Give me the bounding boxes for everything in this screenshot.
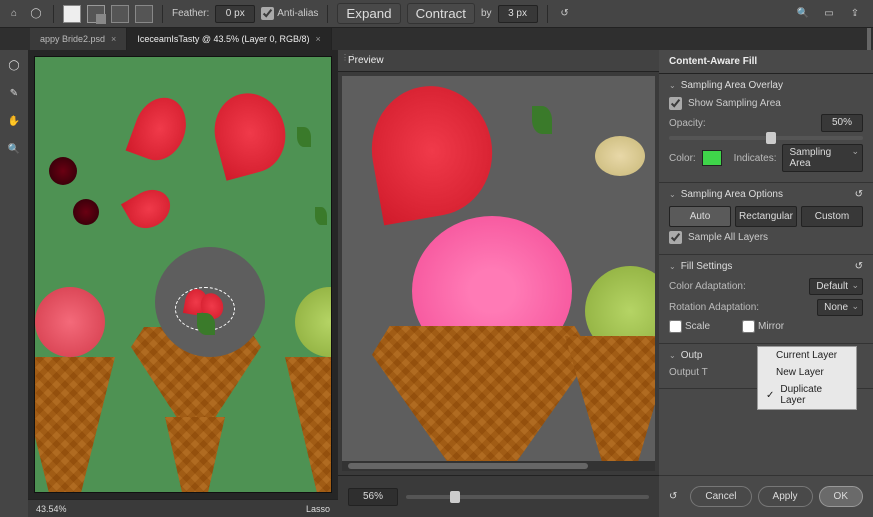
close-icon[interactable]: ×	[316, 34, 321, 44]
document-canvas[interactable]	[34, 56, 332, 493]
section-sampling-options[interactable]: ⌄ Sampling Area Options	[669, 189, 863, 200]
preview-canvas[interactable]	[342, 76, 655, 471]
tab-label: IceceamIsTasty @ 43.5% (Layer 0, RGB/8)	[137, 34, 309, 44]
antialias-label: Anti-alias	[277, 8, 318, 19]
feather-input[interactable]: 0 px	[215, 5, 255, 23]
scale-checkbox[interactable]: Scale	[669, 320, 710, 333]
output-to-label: Output T	[669, 367, 708, 378]
new-selection-icon[interactable]	[63, 5, 81, 23]
brush-tool-icon[interactable]: ✎	[5, 84, 23, 102]
drag-handle-icon[interactable]: ⋮⋮	[341, 56, 357, 60]
dropdown-option[interactable]: Current Layer	[758, 347, 856, 364]
antialias-check[interactable]	[261, 7, 274, 20]
screen-mode-icon[interactable]: ▭	[821, 6, 837, 22]
preview-zoom-slider[interactable]	[406, 495, 649, 499]
panel-title: Content-Aware Fill	[659, 50, 873, 74]
add-selection-icon[interactable]	[87, 5, 105, 23]
intersect-selection-icon[interactable]	[135, 5, 153, 23]
sampling-rect-button[interactable]: Rectangular	[735, 206, 797, 227]
reset-icon[interactable]: ↺	[855, 261, 863, 272]
doc-zoom-label[interactable]: 43.54%	[36, 504, 67, 514]
sampling-auto-button[interactable]: Auto	[669, 206, 731, 227]
rotation-adapt-label: Rotation Adaptation:	[669, 302, 759, 313]
color-adapt-label: Color Adaptation:	[669, 281, 746, 292]
overlay-color-swatch[interactable]	[702, 150, 722, 166]
chevron-down-icon: ⌄	[669, 190, 676, 199]
chevron-down-icon: ⌄	[669, 351, 676, 360]
tab-document-1[interactable]: appy Bride2.psd ×	[30, 28, 127, 50]
dropdown-option[interactable]: Duplicate Layer	[758, 381, 856, 409]
antialias-checkbox[interactable]: Anti-alias	[261, 7, 318, 20]
drag-handle-icon[interactable]	[867, 28, 871, 50]
color-label: Color:	[669, 153, 696, 164]
opacity-label: Opacity:	[669, 118, 706, 129]
section-sampling-overlay[interactable]: ⌄ Sampling Area Overlay	[669, 80, 863, 91]
sample-all-layers-checkbox[interactable]: Sample All Layers	[669, 231, 863, 244]
doc-tool-label: Lasso	[306, 504, 330, 514]
search-icon[interactable]: 🔍	[795, 6, 811, 22]
reset-icon[interactable]: ↺	[669, 491, 677, 502]
home-icon[interactable]: ⌂	[6, 6, 22, 22]
reset-icon[interactable]: ↺	[557, 6, 573, 22]
indicates-select[interactable]: Sampling Area	[782, 144, 863, 172]
tab-label: appy Bride2.psd	[40, 34, 105, 44]
lasso-icon: ◯	[28, 6, 44, 22]
rotation-adapt-select[interactable]: None	[817, 299, 863, 316]
subtract-selection-icon[interactable]	[111, 5, 129, 23]
preview-zoom-input[interactable]: 56%	[348, 488, 398, 506]
tab-document-2[interactable]: IceceamIsTasty @ 43.5% (Layer 0, RGB/8) …	[127, 28, 331, 50]
opacity-slider[interactable]	[669, 136, 863, 140]
opacity-input[interactable]: 50%	[821, 114, 863, 132]
color-adapt-select[interactable]: Default	[809, 278, 863, 295]
close-icon[interactable]: ×	[111, 34, 116, 44]
share-icon[interactable]: ⇪	[847, 6, 863, 22]
chevron-down-icon: ⌄	[669, 262, 676, 271]
by-input[interactable]: 3 px	[498, 5, 538, 23]
indicates-label: Indicates:	[734, 153, 777, 164]
contract-button[interactable]: Contract	[407, 3, 475, 24]
dropdown-option[interactable]: New Layer	[758, 364, 856, 381]
lasso-tool-icon[interactable]: ◯	[5, 56, 23, 74]
expand-button[interactable]: Expand	[337, 3, 400, 24]
output-to-dropdown[interactable]: Current Layer New Layer Duplicate Layer	[757, 346, 857, 410]
preview-scrollbar[interactable]	[342, 461, 655, 471]
chevron-down-icon: ⌄	[669, 81, 676, 90]
apply-button[interactable]: Apply	[758, 486, 813, 507]
zoom-tool-icon[interactable]: 🔍	[5, 140, 23, 158]
sampling-custom-button[interactable]: Custom	[801, 206, 863, 227]
show-sampling-checkbox[interactable]: Show Sampling Area	[669, 97, 863, 110]
hand-tool-icon[interactable]: ✋	[5, 112, 23, 130]
reset-icon[interactable]: ↺	[855, 189, 863, 200]
section-fill-settings[interactable]: ⌄ Fill Settings	[669, 261, 863, 272]
mirror-checkbox[interactable]: Mirror	[742, 320, 784, 333]
feather-label: Feather:	[172, 8, 209, 19]
ok-button[interactable]: OK	[819, 486, 863, 507]
by-label: by	[481, 8, 492, 19]
cancel-button[interactable]: Cancel	[690, 486, 751, 507]
